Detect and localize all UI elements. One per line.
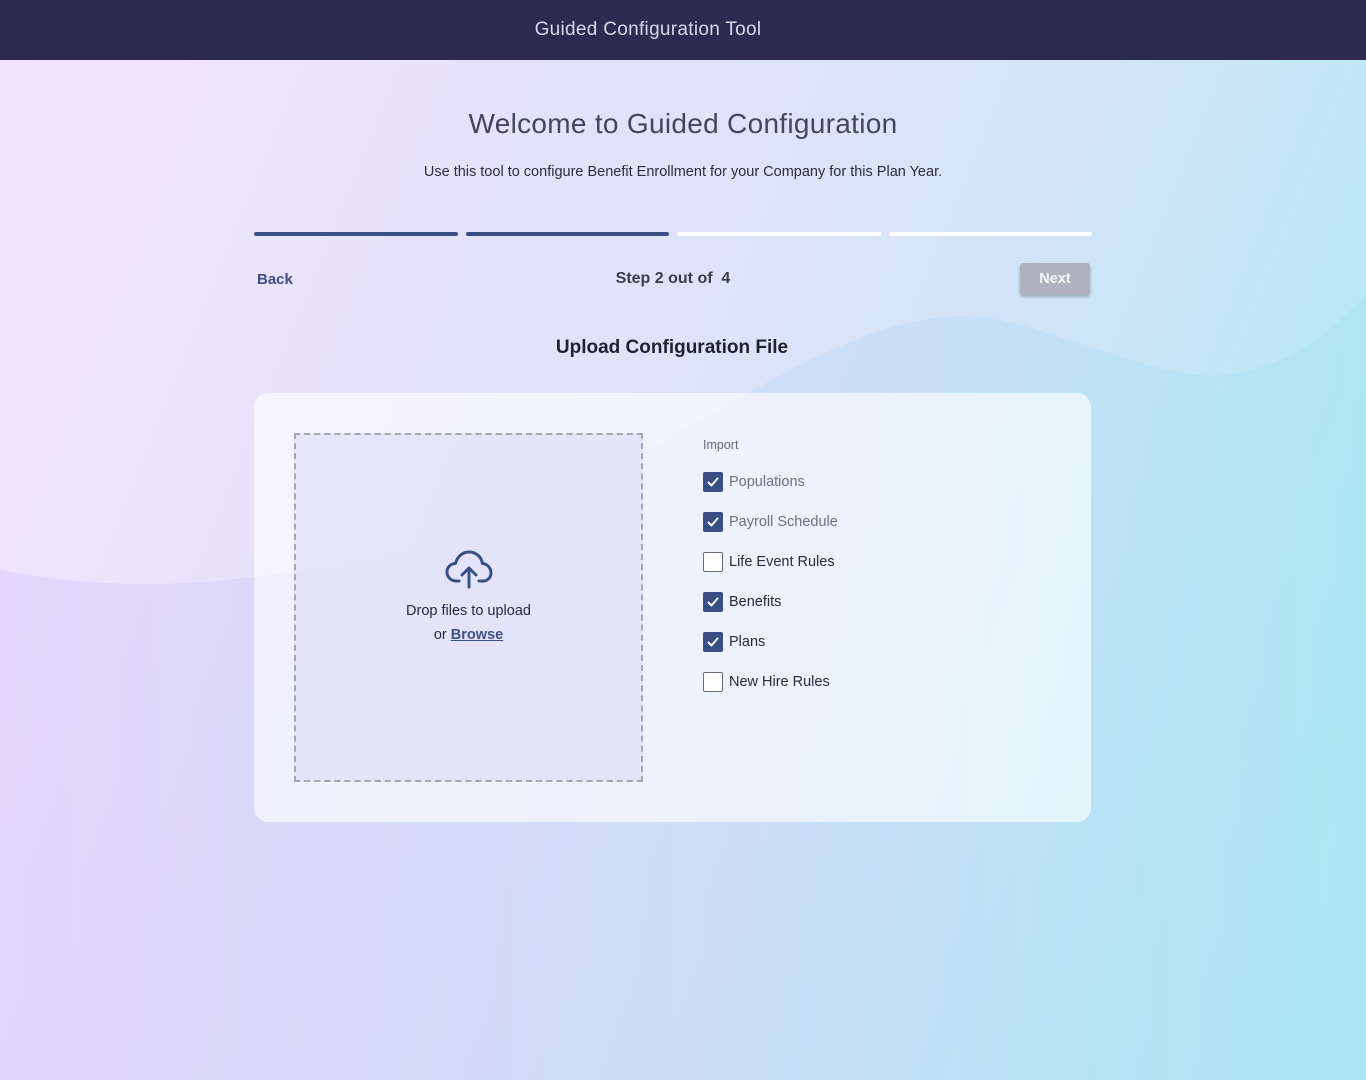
checkmark-icon <box>707 597 719 607</box>
progress-segment-4 <box>888 232 1092 236</box>
cloud-upload-icon <box>445 550 492 588</box>
upload-card: Drop files to upload or Browse Import Po… <box>254 393 1091 822</box>
checkmark-icon <box>707 637 719 647</box>
checkbox-label: Benefits <box>729 594 782 610</box>
import-option-life-event-rules[interactable]: Life Event Rules <box>703 552 838 572</box>
step-progress-bar <box>254 232 1092 237</box>
checkbox-label: Payroll Schedule <box>729 514 838 530</box>
progress-segment-2 <box>465 232 669 236</box>
progress-segment-3 <box>677 232 881 236</box>
checkbox[interactable] <box>703 512 723 532</box>
import-option-benefits[interactable]: Benefits <box>703 592 838 612</box>
progress-segment-1 <box>254 232 458 236</box>
checkbox-label: Life Event Rules <box>729 554 835 570</box>
checkbox[interactable] <box>703 472 723 492</box>
step-indicator: Step 2 out of 4 <box>615 270 731 287</box>
back-button[interactable]: Back <box>257 271 293 288</box>
checkmark-icon <box>707 477 719 487</box>
checkbox-label: New Hire Rules <box>729 674 830 690</box>
checkbox-label: Plans <box>729 634 766 650</box>
file-dropzone[interactable]: Drop files to upload or Browse <box>294 433 643 782</box>
step-navigation: Back Step 2 out of 4 Next <box>254 262 1092 296</box>
top-bar: Guided Configuration Tool <box>0 0 1366 60</box>
import-option-plans[interactable]: Plans <box>703 632 838 652</box>
import-option-new-hire-rules[interactable]: New Hire Rules <box>703 672 838 692</box>
dropzone-or: or <box>433 626 447 643</box>
import-option-populations[interactable]: Populations <box>703 472 838 492</box>
dropzone-text: Drop files to upload or Browse <box>406 599 531 647</box>
section-title: Upload Configuration File <box>555 337 789 358</box>
import-option-payroll-schedule[interactable]: Payroll Schedule <box>703 512 838 532</box>
import-checkbox-list: Populations Payroll Schedule Life Event Ru… <box>703 472 838 692</box>
welcome-subtitle: Use this tool to configure Benefit Enrol… <box>423 164 943 180</box>
checkbox[interactable] <box>703 632 723 652</box>
import-options: Import Populations Payroll Schedule Life E… <box>703 438 838 712</box>
dropzone-instruction: Drop files to upload <box>406 602 531 619</box>
checkbox[interactable] <box>703 672 723 692</box>
app-title: Guided Configuration Tool <box>534 19 762 40</box>
checkmark-icon <box>707 517 719 527</box>
import-label: Import <box>703 438 739 452</box>
welcome-title: Welcome to Guided Configuration <box>468 108 898 139</box>
dropzone-browse-line: or Browse <box>406 623 531 647</box>
checkbox-label: Populations <box>729 474 805 490</box>
checkbox[interactable] <box>703 552 723 572</box>
checkbox[interactable] <box>703 592 723 612</box>
browse-link[interactable]: Browse <box>451 627 503 643</box>
next-button[interactable]: Next <box>1020 263 1090 295</box>
